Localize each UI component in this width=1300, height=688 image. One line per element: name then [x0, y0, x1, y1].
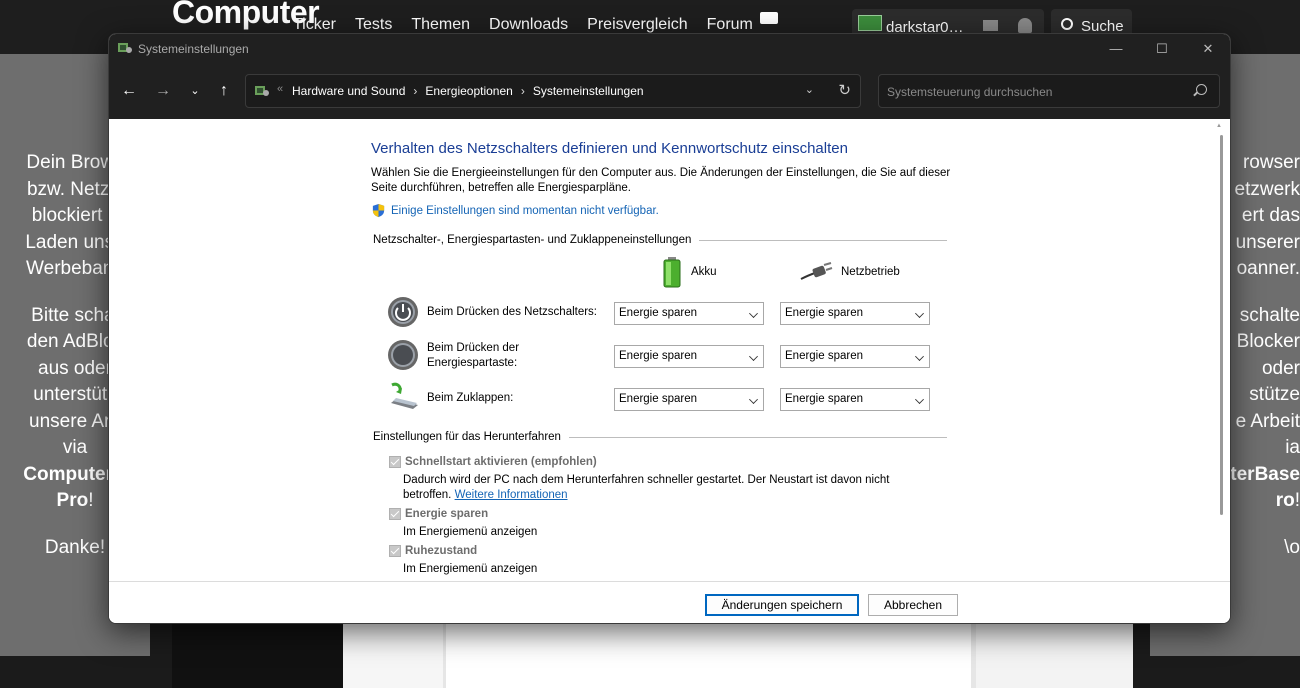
sleep-button-label: Beim Drücken der Energiespartaste: [427, 342, 520, 369]
forward-button[interactable]: → [151, 80, 175, 102]
power-buttons-group-header: Netzschalter-, Energiespartasten- und Zu… [373, 234, 947, 246]
hibernate-label: Ruhezustand [405, 545, 478, 557]
uac-shield-icon [372, 203, 385, 218]
group-title: Einstellungen für das Herunterfahren [373, 431, 561, 443]
main-content: Verhalten des Netzschalters definieren u… [109, 119, 1230, 581]
chevron-down-icon[interactable]: ⌄ [805, 83, 814, 96]
power-button-icon [388, 297, 418, 327]
more-info-link[interactable]: Weitere Informationen [455, 489, 568, 501]
battery-icon [663, 257, 681, 288]
page-intro: Wählen Sie die Energieeinstellungen für … [371, 167, 951, 194]
back-button[interactable]: ← [117, 80, 141, 102]
power-button-battery-select[interactable]: Energie sparen [614, 302, 764, 325]
fast-startup-checkbox[interactable] [389, 456, 401, 468]
unavailable-settings-link[interactable]: Einige Einstellungen sind momentan nicht… [391, 205, 659, 217]
search-input[interactable] [887, 83, 1187, 101]
chevron-down-icon [915, 352, 924, 361]
search-icon[interactable] [1196, 84, 1207, 95]
page-title: Verhalten des Netzschalters definieren u… [371, 140, 848, 157]
site-menu-preisvergleich[interactable]: Preisvergleich [587, 16, 687, 34]
power-button-label: Beim Drücken des Netzschalters: [427, 306, 598, 318]
fast-startup-label: Schnellstart aktivieren (empfohlen) [405, 456, 597, 468]
sleep-option: Energie sparen [389, 508, 488, 520]
sleep-button-icon [388, 340, 418, 370]
ac-column-header: Netzbetrieb [799, 261, 900, 283]
close-button[interactable]: ✕ [1185, 34, 1230, 64]
scroll-up-arrow-icon[interactable]: ▲ [1216, 123, 1222, 129]
save-changes-button[interactable]: Änderungen speichern [705, 594, 859, 616]
explorer-toolbar: ← → ⌄ ↑ « Hardware und Sound › Energieop… [109, 64, 1230, 119]
control-panel-search[interactable] [878, 74, 1220, 108]
dialog-footer: Änderungen speichern Abbrechen [109, 581, 1230, 623]
article-screenshot [343, 620, 1133, 688]
site-menu-downloads[interactable]: Downloads [489, 16, 568, 34]
hibernate-description: Im Energiemenü anzeigen [403, 563, 538, 575]
lid-close-battery-select[interactable]: Energie sparen [614, 388, 764, 411]
breadcrumb-hardware-sound[interactable]: Hardware und Sound [292, 84, 405, 98]
ac-label: Netzbetrieb [841, 266, 900, 278]
lid-close-ac-select[interactable]: Energie sparen [780, 388, 930, 411]
sleep-description: Im Energiemenü anzeigen [403, 526, 538, 538]
power-plug-icon [800, 262, 833, 280]
breadcrumb-systemeinstellungen[interactable]: Systemeinstellungen [533, 84, 644, 98]
battery-label: Akku [691, 266, 717, 278]
breadcrumb-overflow-icon[interactable]: « [277, 83, 283, 95]
chevron-down-icon [915, 309, 924, 318]
control-panel-icon [255, 86, 269, 96]
lid-close-label: Beim Zuklappen: [427, 392, 514, 404]
site-menu-forum[interactable]: Forum [707, 16, 753, 34]
site-menu: Ticker Tests Themen Downloads Preisvergl… [293, 16, 753, 34]
hibernate-checkbox[interactable] [389, 545, 401, 557]
site-menu-ticker[interactable]: Ticker [293, 16, 336, 34]
laptop-lid-icon [391, 382, 418, 409]
chat-icon[interactable] [760, 12, 778, 24]
fast-startup-option: Schnellstart aktivieren (empfohlen) [389, 456, 597, 468]
fast-startup-description: Dadurch wird der PC nach dem Herunterfah… [403, 474, 890, 501]
chevron-right-icon[interactable]: › [413, 84, 417, 98]
mail-icon[interactable] [983, 20, 998, 31]
site-menu-tests[interactable]: Tests [355, 16, 392, 34]
control-panel-window: Systemeinstellungen — ☐ ✕ ← → ⌄ ↑ « Hard… [108, 33, 1231, 624]
maximize-button[interactable]: ☐ [1139, 34, 1185, 64]
chevron-down-icon [749, 309, 758, 318]
window-title: Systemeinstellungen [138, 42, 249, 56]
bell-icon[interactable] [1018, 18, 1032, 33]
chevron-down-icon [915, 395, 924, 404]
minimize-button[interactable]: — [1093, 34, 1139, 64]
sleep-button-battery-select[interactable]: Energie sparen [614, 345, 764, 368]
control-panel-icon [118, 43, 132, 53]
address-bar[interactable]: « Hardware und Sound › Energieoptionen ›… [245, 74, 861, 108]
up-button[interactable]: ↑ [212, 80, 236, 102]
cancel-button[interactable]: Abbrechen [868, 594, 958, 616]
sleep-label: Energie sparen [405, 508, 489, 520]
site-menu-themen[interactable]: Themen [411, 16, 470, 34]
shutdown-group-header: Einstellungen für das Herunterfahren [373, 431, 947, 443]
chevron-down-icon [749, 352, 758, 361]
unavailable-settings-row: Einige Einstellungen sind momentan nicht… [371, 203, 659, 218]
breadcrumb-energieoptionen[interactable]: Energieoptionen [425, 84, 512, 98]
recent-locations-button[interactable]: ⌄ [183, 80, 207, 102]
battery-column-header: Akku [661, 256, 717, 288]
breadcrumb: Hardware und Sound › Energieoptionen › S… [292, 84, 644, 98]
avatar [858, 15, 882, 31]
power-button-ac-select[interactable]: Energie sparen [780, 302, 930, 325]
group-title: Netzschalter-, Energiespartasten- und Zu… [373, 234, 692, 246]
refresh-icon[interactable]: ↻ [838, 81, 851, 99]
window-titlebar[interactable]: Systemeinstellungen — ☐ ✕ [109, 34, 1230, 64]
search-icon [1061, 18, 1073, 30]
hibernate-option: Ruhezustand [389, 545, 477, 557]
sleep-checkbox[interactable] [389, 508, 401, 520]
chevron-down-icon [749, 395, 758, 404]
vertical-scrollbar[interactable] [1220, 135, 1223, 515]
chevron-right-icon[interactable]: › [521, 84, 525, 98]
sleep-button-ac-select[interactable]: Energie sparen [780, 345, 930, 368]
